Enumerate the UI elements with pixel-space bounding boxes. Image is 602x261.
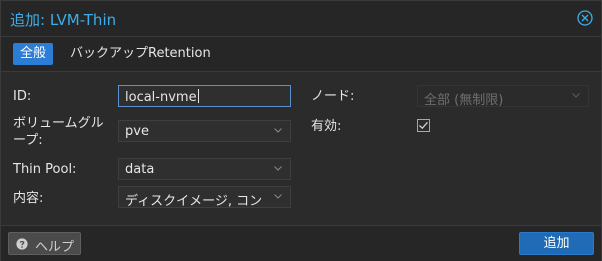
content-select[interactable]: ディスクイメージ, コン [118, 186, 291, 209]
close-icon[interactable] [577, 10, 593, 26]
node-value: 全部 (無制限) [424, 93, 504, 108]
enabled-label: 有効: [311, 119, 342, 134]
tab-bar: 全般 バックアップRetention [1, 37, 601, 72]
content-label: 内容: [13, 191, 44, 206]
chevron-down-icon [274, 166, 282, 171]
id-input-value-wrap: local-nvme [125, 89, 199, 105]
node-label: ノード: [311, 89, 355, 104]
add-button[interactable]: 追加 [519, 232, 594, 255]
volume-group-select[interactable]: pve [118, 120, 291, 142]
chevron-down-icon [274, 128, 282, 133]
tab-general[interactable]: 全般 [13, 43, 54, 65]
id-label: ID: [13, 89, 32, 104]
id-input[interactable]: local-nvme [118, 85, 291, 107]
volume-group-label-line1: ボリュームグル [13, 116, 104, 131]
dialog-title: 追加: LVM-Thin [10, 11, 117, 29]
enabled-checkbox[interactable] [417, 119, 430, 132]
thin-pool-label: Thin Pool: [13, 162, 77, 177]
id-input-value: local-nvme [125, 90, 197, 105]
dialog: 追加: LVM-Thin 全般 バックアップRetention ID: loca… [0, 0, 602, 261]
volume-group-label-line2: ープ: [13, 133, 43, 148]
thin-pool-value: data [125, 162, 155, 177]
chevron-down-icon [572, 93, 580, 98]
tab-backup-retention[interactable]: バックアップRetention [63, 43, 218, 65]
content-value: ディスクイメージ, コン [125, 194, 263, 209]
dialog-titlebar: 追加: LVM-Thin [1, 1, 601, 37]
node-select[interactable]: 全部 (無制限) [417, 85, 589, 108]
general-form: ID: local-nvme ボリュームグル ープ: pve Thin Pool… [1, 72, 601, 224]
question-circle-icon [16, 238, 28, 250]
dialog-footer: ヘルプ 追加 [1, 225, 601, 261]
thin-pool-select[interactable]: data [118, 158, 291, 180]
chevron-down-icon [274, 194, 282, 199]
volume-group-value: pve [125, 124, 149, 139]
help-button[interactable]: ヘルプ [8, 232, 81, 255]
help-button-label: ヘルプ [35, 240, 75, 255]
text-caret [197, 89, 199, 103]
